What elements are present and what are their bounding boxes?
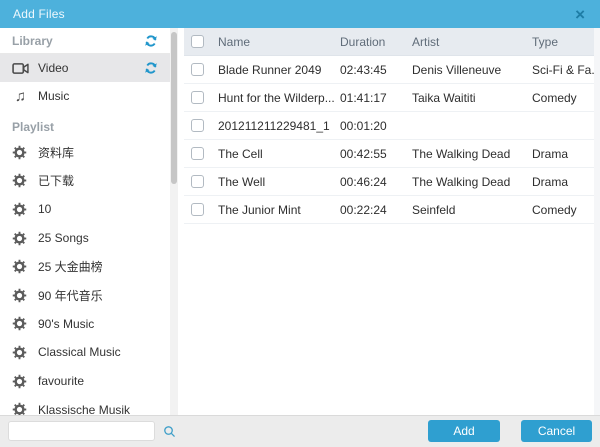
cell-name: Hunt for the Wilderp... — [218, 91, 340, 105]
sidebar-scrollbar-track — [170, 28, 178, 415]
gear-icon — [12, 259, 27, 274]
file-table: Name Duration Artist Type Blade Runner 2… — [184, 28, 600, 415]
playlist-label: 10 — [38, 202, 51, 216]
sidebar-scrollbar-thumb[interactable] — [171, 32, 177, 184]
sidebar-item-video[interactable]: Video — [0, 54, 170, 82]
search-input[interactable] — [9, 425, 163, 437]
playlist-item[interactable]: 资料库 — [0, 138, 170, 167]
cell-name: Blade Runner 2049 — [218, 63, 340, 77]
video-label: Video — [38, 61, 68, 75]
playlist-item[interactable]: Klassische Musik — [0, 395, 170, 415]
library-section-header: Library — [0, 28, 170, 54]
playlist-item[interactable]: 25 大金曲榜 — [0, 252, 170, 281]
playlist-item[interactable]: 25 Songs — [0, 224, 170, 253]
cell-type: Drama — [532, 147, 600, 161]
row-checkbox[interactable] — [191, 91, 204, 104]
playlist-item[interactable]: 90's Music — [0, 310, 170, 339]
row-checkbox[interactable] — [191, 175, 204, 188]
cell-name: The Junior Mint — [218, 203, 340, 217]
cell-duration: 00:22:24 — [340, 203, 412, 217]
gear-icon — [12, 374, 27, 389]
playlist-label: 90's Music — [38, 317, 94, 331]
sidebar-item-music[interactable]: ♫ Music — [0, 82, 170, 110]
cell-type: Drama — [532, 175, 600, 189]
playlist-label: 25 Songs — [38, 231, 89, 245]
row-checkbox[interactable] — [191, 147, 204, 160]
select-all-checkbox[interactable] — [191, 35, 204, 48]
cell-duration: 00:46:24 — [340, 175, 412, 189]
playlist-item[interactable]: 90 年代音乐 — [0, 281, 170, 310]
table-scrollbar-track — [594, 28, 600, 447]
video-camera-icon — [12, 62, 29, 75]
playlist-label: 25 大金曲榜 — [38, 258, 103, 275]
cell-type: Comedy — [532, 91, 600, 105]
column-header-type[interactable]: Type — [532, 35, 600, 49]
playlist-item[interactable]: 已下载 — [0, 167, 170, 196]
playlist-label: Klassische Musik — [38, 403, 130, 415]
close-icon[interactable]: × — [573, 6, 587, 23]
library-header-label: Library — [12, 34, 53, 48]
cell-duration: 02:43:45 — [340, 63, 412, 77]
dialog-title: Add Files — [13, 7, 65, 21]
table-row[interactable]: Blade Runner 2049 02:43:45 Denis Villene… — [184, 56, 600, 84]
gear-icon — [12, 402, 27, 415]
playlist-item[interactable]: Classical Music — [0, 338, 170, 367]
gear-icon — [12, 345, 27, 360]
footer-bar: Add Cancel — [0, 415, 600, 447]
search-box[interactable] — [8, 421, 155, 441]
row-checkbox[interactable] — [191, 119, 204, 132]
cell-type: Sci-Fi & Fa... — [532, 63, 600, 77]
search-icon — [163, 425, 176, 438]
cell-artist: Seinfeld — [412, 203, 532, 217]
table-row[interactable]: 201211211229481_1 00:01:20 — [184, 112, 600, 140]
gear-icon — [12, 202, 27, 217]
cell-duration: 00:01:20 — [340, 119, 412, 133]
playlist-label: 资料库 — [38, 144, 74, 161]
table-row[interactable]: The Junior Mint 00:22:24 Seinfeld Comedy — [184, 196, 600, 224]
gear-icon — [12, 173, 27, 188]
playlist-label: favourite — [38, 374, 84, 388]
gear-icon — [12, 145, 27, 160]
cell-duration: 00:42:55 — [340, 147, 412, 161]
playlist-label: Classical Music — [38, 345, 121, 359]
gear-icon — [12, 231, 27, 246]
column-header-artist[interactable]: Artist — [412, 35, 532, 49]
gear-icon — [12, 288, 27, 303]
gear-icon — [12, 316, 27, 331]
playlist-header-label: Playlist — [12, 120, 54, 134]
cell-artist: Denis Villeneuve — [412, 63, 532, 77]
row-checkbox[interactable] — [191, 203, 204, 216]
table-header-row: Name Duration Artist Type — [184, 28, 600, 56]
table-row[interactable]: Hunt for the Wilderp... 01:41:17 Taika W… — [184, 84, 600, 112]
music-label: Music — [38, 89, 69, 103]
titlebar: Add Files × — [0, 0, 600, 28]
cell-artist: The Walking Dead — [412, 175, 532, 189]
cell-artist: Taika Waititi — [412, 91, 532, 105]
cell-type: Comedy — [532, 203, 600, 217]
cell-name: The Well — [218, 175, 340, 189]
add-files-dialog: Add Files × Library Video ♫ Music — [0, 0, 600, 447]
row-checkbox[interactable] — [191, 63, 204, 76]
music-note-icon: ♫ — [12, 89, 29, 104]
table-row[interactable]: The Well 00:46:24 The Walking Dead Drama — [184, 168, 600, 196]
column-header-duration[interactable]: Duration — [340, 35, 412, 49]
playlist-item[interactable]: 10 — [0, 195, 170, 224]
playlist-section-header: Playlist — [0, 116, 170, 138]
video-refresh-icon[interactable] — [144, 61, 158, 75]
column-header-name[interactable]: Name — [218, 35, 340, 49]
playlist-label: 已下载 — [38, 172, 74, 189]
add-button[interactable]: Add — [428, 420, 500, 442]
library-refresh-icon[interactable] — [144, 34, 158, 48]
playlist-label: 90 年代音乐 — [38, 287, 103, 304]
table-row[interactable]: The Cell 00:42:55 The Walking Dead Drama — [184, 140, 600, 168]
cell-duration: 01:41:17 — [340, 91, 412, 105]
cell-name: 201211211229481_1 — [218, 119, 340, 133]
cell-name: The Cell — [218, 147, 340, 161]
cell-artist: The Walking Dead — [412, 147, 532, 161]
cancel-button[interactable]: Cancel — [521, 420, 592, 442]
playlist-item[interactable]: favourite — [0, 367, 170, 396]
sidebar: Library Video ♫ Music Playlist — [0, 28, 170, 415]
